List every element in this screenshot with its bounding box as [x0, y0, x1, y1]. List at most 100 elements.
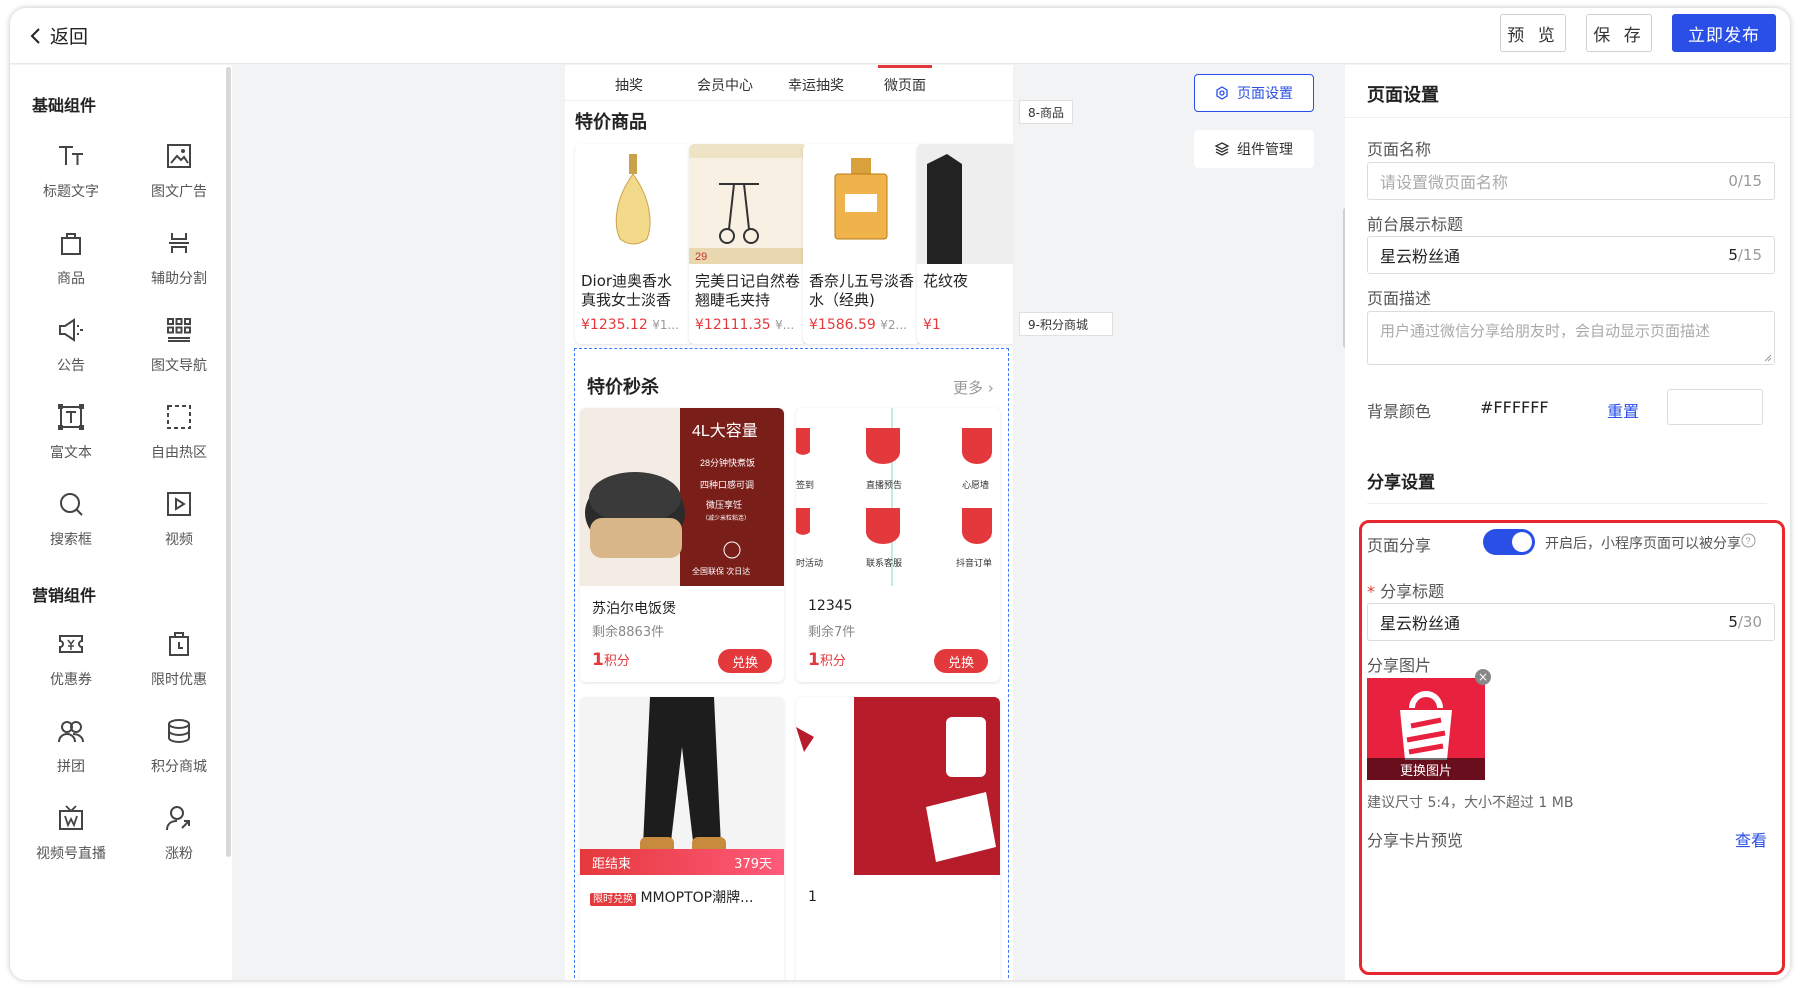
price-old: ¥2... — [880, 318, 907, 332]
comp-coupon[interactable]: 优惠券 — [26, 625, 116, 705]
comp-label: 图文导航 — [151, 358, 207, 374]
bg-color-swatch[interactable] — [1667, 389, 1763, 425]
product-card[interactable]: 花纹夜 ¥1 — [917, 144, 1013, 344]
bag-icon — [61, 233, 81, 255]
exchange-button[interactable]: 兑换 — [718, 649, 772, 673]
page-share-toggle[interactable] — [1483, 529, 1535, 555]
price-current: ¥1586.59 — [809, 317, 876, 333]
save-button[interactable]: 保 存 — [1586, 14, 1652, 52]
points-unit: 积分 — [603, 654, 630, 669]
preview-tab[interactable]: 幸运抽奖 — [788, 75, 844, 95]
char-count: 5/30 — [1728, 613, 1762, 631]
comp-richtext[interactable]: 富文本 — [26, 398, 116, 478]
comp-followers[interactable]: 涨粉 — [134, 799, 224, 879]
price-current: ¥1235.12 — [581, 317, 648, 333]
publish-button[interactable]: 立即发布 — [1672, 14, 1776, 52]
phone-preview: 抽奖 会员中心 幸运抽奖 微页面 特价商品 Dior迪奥香水真我女士淡香 ¥12… — [565, 65, 1013, 980]
component-tag-points[interactable]: 9-积分商城 — [1019, 312, 1113, 336]
points-goods-card[interactable]: 4L大容量 28分钟快煮饭 四种口感可调 微压享饪 （减少米粒粘连） 全国联保 … — [580, 408, 784, 682]
back-button[interactable]: 返回 — [28, 22, 88, 49]
exchange-button[interactable]: 兑换 — [934, 649, 988, 673]
share-title-label: * 分享标题 — [1367, 578, 1444, 602]
preview-tab[interactable]: 会员中心 — [697, 75, 753, 95]
change-image-button[interactable]: 更换图片 — [1367, 758, 1485, 780]
view-preview-link[interactable]: 查看 — [1735, 827, 1767, 851]
nav-icon-label: 时活动 — [796, 557, 823, 568]
red-poster-image — [796, 697, 1000, 875]
goods-stock: 剩余7件 — [808, 625, 856, 640]
comp-label: 视频号直播 — [36, 846, 106, 862]
countdown-days: 379天 — [734, 856, 772, 872]
layers-icon — [1215, 142, 1229, 156]
comp-video[interactable]: 视频 — [134, 485, 224, 565]
comp-label: 限时优惠 — [151, 672, 207, 688]
comp-search[interactable]: 搜索框 — [26, 485, 116, 565]
comp-limited-offer[interactable]: 限时优惠 — [134, 625, 224, 705]
product-card[interactable]: 香奈儿五号淡香水（经典) ¥1586.59 ¥2... — [803, 144, 921, 344]
countdown-bar: 距结束 379天 — [580, 849, 784, 875]
back-label: 返回 — [50, 26, 89, 48]
left-scrollbar[interactable] — [226, 67, 231, 857]
page-settings-button[interactable]: 页面设置 — [1194, 74, 1314, 112]
goods-title-row: 限时兑换 MMOPTOP潮牌... — [590, 887, 753, 907]
cooker-feature: 全国联保 次日达 — [692, 566, 750, 576]
comp-label: 视频 — [165, 532, 193, 548]
panel-divider — [1345, 117, 1790, 118]
comp-title-text[interactable]: 标题文字 — [26, 137, 116, 217]
preview-tab-active[interactable]: 微页面 — [878, 65, 932, 95]
points-goods-card[interactable]: 距结束 379天 限时兑换 MMOPTOP潮牌... — [580, 697, 784, 980]
goods-name: 1 — [808, 889, 817, 905]
comp-group-buy[interactable]: 拼团 — [26, 712, 116, 792]
page-name-label: 页面名称 — [1367, 140, 1432, 159]
top-bar: 返回 预 览 保 存 立即发布 — [10, 8, 1790, 64]
preview-tab[interactable]: 抽奖 — [615, 75, 643, 95]
comp-goods[interactable]: 商品 — [26, 224, 116, 304]
comp-image-ad[interactable]: 图文广告 — [134, 137, 224, 217]
bg-reset-link[interactable]: 重置 — [1607, 398, 1639, 422]
preview-tab-bar: 抽奖 会员中心 幸运抽奖 微页面 — [565, 65, 1013, 101]
comp-label: 商品 — [57, 271, 85, 287]
comp-channel-live[interactable]: 视频号直播 — [26, 799, 116, 879]
live-icon — [59, 805, 83, 830]
cooker-feature: 四种口感可调 — [700, 479, 754, 490]
chanel-perfume-image — [803, 144, 921, 264]
points-icon — [168, 719, 190, 744]
points-goods-card[interactable]: 签到 直播预告 心愿墙 时活动 联系客服 抖音订单 12345 剩余7件 1积分… — [796, 408, 1000, 682]
product-name: 完美日记自然卷翘睫毛夹持 — [695, 272, 801, 309]
app-window: 返回 预 览 保 存 立即发布 基础组件 标题文字 图文广告 商品 辅助分割 公… — [10, 8, 1790, 980]
comp-divider[interactable]: 辅助分割 — [134, 224, 224, 304]
share-title-text: 分享标题 — [1380, 582, 1445, 601]
comp-label: 标题文字 — [43, 184, 99, 200]
share-title-input[interactable]: 星云粉丝通 5/30 — [1367, 603, 1775, 641]
points-goods-card[interactable]: 1 — [796, 697, 1000, 980]
front-title-input[interactable]: 星云粉丝通 5/15 — [1367, 236, 1775, 274]
more-label: 更多 — [953, 379, 984, 397]
component-tag-goods[interactable]: 8-商品 — [1019, 100, 1073, 124]
share-image-label: 分享图片 — [1367, 656, 1432, 675]
comp-hotzone[interactable]: 自由热区 — [134, 398, 224, 478]
image-ad-icon — [167, 144, 191, 168]
nav-icons-image: 签到 直播预告 心愿墙 时活动 联系客服 抖音订单 — [796, 408, 1000, 586]
product-card[interactable]: 29 完美日记自然卷翘睫毛夹持 ¥12111.35 ¥... — [689, 144, 807, 344]
help-icon[interactable]: ? — [1741, 533, 1756, 548]
comp-points-mall[interactable]: 积分商城 — [134, 712, 224, 792]
product-card[interactable]: Dior迪奥香水真我女士淡香 ¥1235.12 ¥1... — [575, 144, 693, 344]
comp-image-nav[interactable]: 图文导航 — [134, 311, 224, 391]
comp-notice[interactable]: 公告 — [26, 311, 116, 391]
more-link[interactable]: 更多 › — [953, 377, 994, 398]
chevron-right-icon: › — [987, 379, 994, 397]
marketing-components-title: 营销组件 — [32, 586, 97, 605]
description-label: 页面描述 — [1367, 289, 1432, 308]
component-management-button[interactable]: 组件管理 — [1194, 130, 1314, 168]
search-icon — [60, 493, 83, 516]
cooker-feature: 28分钟快煮饭 — [700, 457, 755, 468]
cooker-feature: 微压享饪 — [706, 499, 742, 510]
preview-button[interactable]: 预 览 — [1500, 14, 1566, 52]
description-textarea[interactable]: 用户通过微信分享给朋友时，会自动显示页面描述 — [1367, 311, 1775, 365]
remove-image-icon[interactable]: × — [1475, 669, 1491, 685]
comp-label: 涨粉 — [165, 846, 193, 862]
page-name-input[interactable]: 请设置微页面名称 0/15 — [1367, 162, 1775, 200]
resize-handle-icon[interactable] — [1764, 354, 1772, 362]
char-count: 5/15 — [1728, 246, 1762, 264]
share-image-thumbnail[interactable]: 更换图片 — [1367, 678, 1485, 780]
